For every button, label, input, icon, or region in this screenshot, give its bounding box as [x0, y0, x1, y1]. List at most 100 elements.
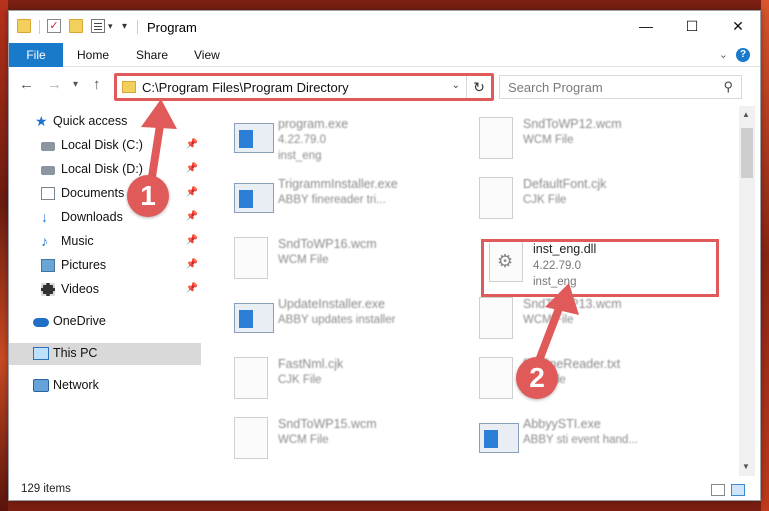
file-name: SndToWP16.wcm [278, 237, 377, 251]
sidebar-item-label: Quick access [53, 114, 128, 128]
expand-ribbon-icon[interactable]: ⌄ [719, 48, 728, 61]
sidebar-item-this-pc[interactable]: This PC [9, 343, 201, 365]
file-item[interactable]: SndToWP12.wcm WCM File [449, 111, 689, 167]
file-name: TrigrammInstaller.exe [278, 177, 398, 191]
documents-icon [41, 187, 55, 200]
pin-icon[interactable]: 📌 [186, 283, 198, 294]
drive-icon [41, 166, 55, 175]
vertical-scrollbar[interactable]: ▲ ▼ [739, 106, 755, 476]
search-icon[interactable]: ⚲ [723, 79, 733, 95]
folder-icon [122, 81, 136, 93]
search-input[interactable] [500, 76, 700, 98]
tab-home[interactable]: Home [77, 43, 109, 67]
download-arrow-icon: ↓ [41, 209, 48, 225]
file-item[interactable]: finefineReader.txt Text File [449, 351, 689, 407]
tab-view[interactable]: View [194, 43, 220, 67]
sidebar-item-music[interactable]: ♪ Music 📌 [9, 231, 201, 253]
file-item[interactable]: SndToWP13.wcm WCM File [449, 291, 689, 347]
document-file-icon [479, 297, 513, 339]
help-icon[interactable]: ? [736, 48, 750, 62]
close-button[interactable]: ✕ [715, 11, 760, 43]
file-type: WCM File [523, 314, 574, 326]
up-arrow-icon[interactable]: ↑ [93, 76, 101, 93]
scroll-up-icon[interactable]: ▲ [742, 110, 750, 119]
cloud-icon [33, 318, 49, 327]
divider [39, 20, 40, 34]
sidebar-item-documents[interactable]: Documents 📌 [9, 183, 201, 205]
pin-icon[interactable]: 📌 [186, 163, 198, 174]
list-properties-icon[interactable] [91, 19, 105, 33]
sidebar-item-pictures[interactable]: Pictures 📌 [9, 255, 201, 277]
music-note-icon: ♪ [41, 233, 48, 249]
folder-icon [17, 19, 31, 33]
exe-file-icon [234, 183, 274, 213]
navigation-pane: ★ Quick access Local Disk (C:) 📌 Local D… [9, 106, 201, 476]
pin-icon[interactable]: 📌 [186, 211, 198, 222]
customize-toolbar-icon[interactable]: ▾ [122, 21, 127, 32]
item-count: 129 items [21, 483, 71, 495]
maximize-button[interactable]: ☐ [669, 11, 715, 43]
search-box[interactable]: ⚲ [499, 75, 742, 99]
sidebar-item-downloads[interactable]: ↓ Downloads 📌 [9, 207, 201, 229]
file-description: ABBY sti event hand... [523, 434, 638, 446]
step-2-badge: 2 [516, 357, 558, 399]
pictures-icon [41, 259, 55, 272]
file-item[interactable]: FastNml.cjk CJK File [204, 351, 444, 407]
file-description: ABBY updates installer [278, 314, 396, 326]
sidebar-item-network[interactable]: Network [9, 375, 201, 397]
computer-icon [33, 347, 49, 360]
sidebar-item-label: Local Disk (C:) [61, 138, 143, 152]
sidebar-item-local-disk-d[interactable]: Local Disk (D:) 📌 [9, 159, 201, 181]
chevron-down-icon[interactable]: ⌄ [452, 80, 460, 91]
pin-icon[interactable]: 📌 [186, 139, 198, 150]
new-folder-icon[interactable] [69, 19, 83, 33]
exe-file-icon [234, 303, 274, 333]
address-highlight: C:\Program Files\Program Directory ⌄ ↻ [114, 73, 494, 101]
back-arrow-icon[interactable]: ← [19, 76, 34, 93]
document-file-icon [234, 417, 268, 459]
file-version: 4.22.79.0 [278, 134, 326, 146]
file-item[interactable]: SndToWP16.wcm WCM File [204, 231, 444, 287]
pin-icon[interactable]: 📌 [186, 187, 198, 198]
large-icons-view-icon[interactable] [731, 484, 745, 496]
sidebar-item-quick-access[interactable]: ★ Quick access [9, 111, 201, 133]
address-bar[interactable]: C:\Program Files\Program Directory ⌄ [117, 76, 466, 98]
forward-arrow-icon[interactable]: → [47, 76, 62, 93]
sidebar-item-onedrive[interactable]: OneDrive [9, 311, 201, 333]
file-item[interactable]: UpdateInstaller.exe ABBY updates install… [204, 291, 444, 347]
details-view-icon[interactable] [711, 484, 725, 496]
file-name: DefaultFont.cjk [523, 177, 607, 191]
refresh-icon[interactable]: ↻ [466, 76, 491, 98]
file-item[interactable]: TrigrammInstaller.exe ABBY finereader tr… [204, 171, 444, 227]
explorer-window: ✓ ▾ ▾ Program — ☐ ✕ File Home Share View… [8, 10, 761, 501]
chevron-down-icon[interactable]: ▾ [108, 21, 113, 32]
file-name: program.exe [278, 117, 349, 131]
sidebar-item-label: Videos [61, 282, 99, 296]
minimize-button[interactable]: — [623, 11, 669, 43]
document-file-icon [479, 117, 513, 159]
file-highlight-box [481, 239, 719, 297]
sidebar-item-videos[interactable]: Videos 📌 [9, 279, 201, 301]
file-item[interactable]: AbbyySTI.exe ABBY sti event hand... [449, 411, 689, 467]
sidebar-item-label: Downloads [61, 210, 123, 224]
recent-locations-icon[interactable]: ▾ [73, 79, 78, 90]
pin-icon[interactable]: 📌 [186, 259, 198, 270]
scroll-down-icon[interactable]: ▼ [742, 462, 750, 471]
sidebar-item-label: Local Disk (D:) [61, 162, 143, 176]
file-name: SndToWP15.wcm [278, 417, 377, 431]
tab-share[interactable]: Share [136, 43, 168, 67]
tab-file[interactable]: File [9, 43, 63, 67]
scroll-thumb[interactable] [741, 128, 753, 178]
file-type: CJK File [278, 374, 322, 386]
properties-check-icon[interactable]: ✓ [47, 19, 61, 33]
file-item[interactable]: SndToWP15.wcm WCM File [204, 411, 444, 467]
pin-icon[interactable]: 📌 [186, 235, 198, 246]
file-item[interactable]: program.exe 4.22.79.0 inst_eng [204, 111, 444, 167]
network-icon [33, 379, 49, 392]
status-bar: 129 items [9, 478, 760, 500]
drive-icon [41, 142, 55, 151]
desktop-background-left [0, 0, 8, 511]
sidebar-item-local-disk-c[interactable]: Local Disk (C:) 📌 [9, 135, 201, 157]
file-item[interactable]: DefaultFont.cjk CJK File [449, 171, 689, 227]
address-path[interactable]: C:\Program Files\Program Directory [142, 80, 349, 95]
